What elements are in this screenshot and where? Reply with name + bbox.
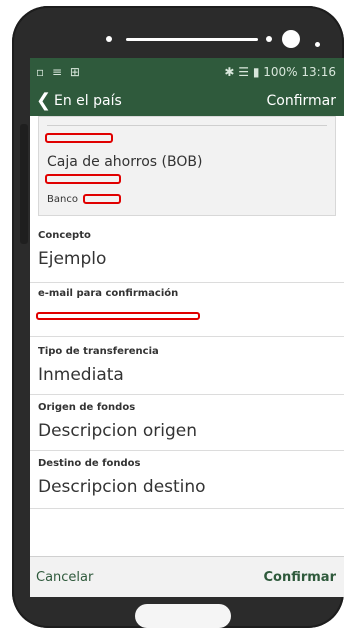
confirm-button-top[interactable]: Confirmar: [266, 93, 336, 109]
redacted-email: [36, 312, 200, 320]
divider: [30, 508, 344, 509]
speaker-area: [12, 20, 344, 60]
email-field[interactable]: e-mail para confirmación: [38, 288, 334, 299]
field-label: e-mail para confirmación: [38, 288, 179, 299]
speaker-bar: [126, 38, 258, 41]
battery-level: 100%: [263, 65, 298, 79]
divider: [30, 450, 344, 451]
status-right: ✱ ☰ ▮ 100% 13:16: [224, 65, 336, 79]
field-value: Inmediata: [38, 365, 124, 385]
form-content: Caja de ahorros (BOB) Banco Concepto Eje…: [30, 116, 344, 554]
sensor-dot: [315, 42, 320, 47]
sensor-dot: [266, 36, 272, 42]
account-type: Caja de ahorros (BOB): [47, 154, 203, 170]
camera-icon: [282, 30, 300, 48]
field-value: Descripcion origen: [38, 421, 198, 441]
concept-field[interactable]: Concepto Ejemplo: [38, 230, 334, 269]
divider: [30, 336, 344, 337]
divider: [30, 394, 344, 395]
confirm-button[interactable]: Confirmar: [263, 570, 336, 585]
funds-destination-field[interactable]: Destino de fondos Descripcion destino: [38, 458, 334, 497]
signal-icons: ✱ ☰ ▮: [224, 65, 260, 79]
back-label[interactable]: En el país: [54, 93, 122, 109]
funds-origin-field[interactable]: Origen de fondos Descripcion origen: [38, 402, 334, 441]
field-label: Tipo de transferencia: [38, 346, 159, 357]
bank-label-text: Banco: [47, 194, 78, 205]
bank-label: Banco: [47, 194, 78, 205]
divider: [30, 282, 344, 283]
cancel-button[interactable]: Cancelar: [36, 570, 93, 585]
field-value: Descripcion destino: [38, 477, 206, 497]
app-screen: ▫ ≡ ⊞ ✱ ☰ ▮ 100% 13:16 ❮ En el país Conf…: [30, 58, 344, 597]
bottom-action-bar: Cancelar Confirmar: [30, 556, 344, 597]
side-button: [20, 124, 28, 244]
field-label: Origen de fondos: [38, 402, 136, 413]
app-bar: ❮ En el país Confirmar: [30, 86, 344, 116]
back-chevron-icon[interactable]: ❮: [36, 90, 51, 111]
home-button[interactable]: [135, 604, 231, 628]
account-card: Caja de ahorros (BOB) Banco: [38, 116, 336, 216]
notification-icons: ▫ ≡ ⊞: [36, 65, 82, 79]
redacted-bank-name: [83, 194, 121, 204]
transfer-type-field[interactable]: Tipo de transferencia Inmediata: [38, 346, 334, 385]
redacted-account-number: [45, 174, 121, 184]
field-label: Destino de fondos: [38, 458, 141, 469]
card-separator: [47, 125, 327, 126]
clock: 13:16: [301, 65, 336, 79]
status-bar: ▫ ≡ ⊞ ✱ ☰ ▮ 100% 13:16: [30, 58, 344, 86]
field-label: Concepto: [38, 230, 91, 241]
redacted-account-name: [45, 133, 113, 143]
field-value: Ejemplo: [38, 249, 107, 269]
sensor-dot: [106, 36, 112, 42]
